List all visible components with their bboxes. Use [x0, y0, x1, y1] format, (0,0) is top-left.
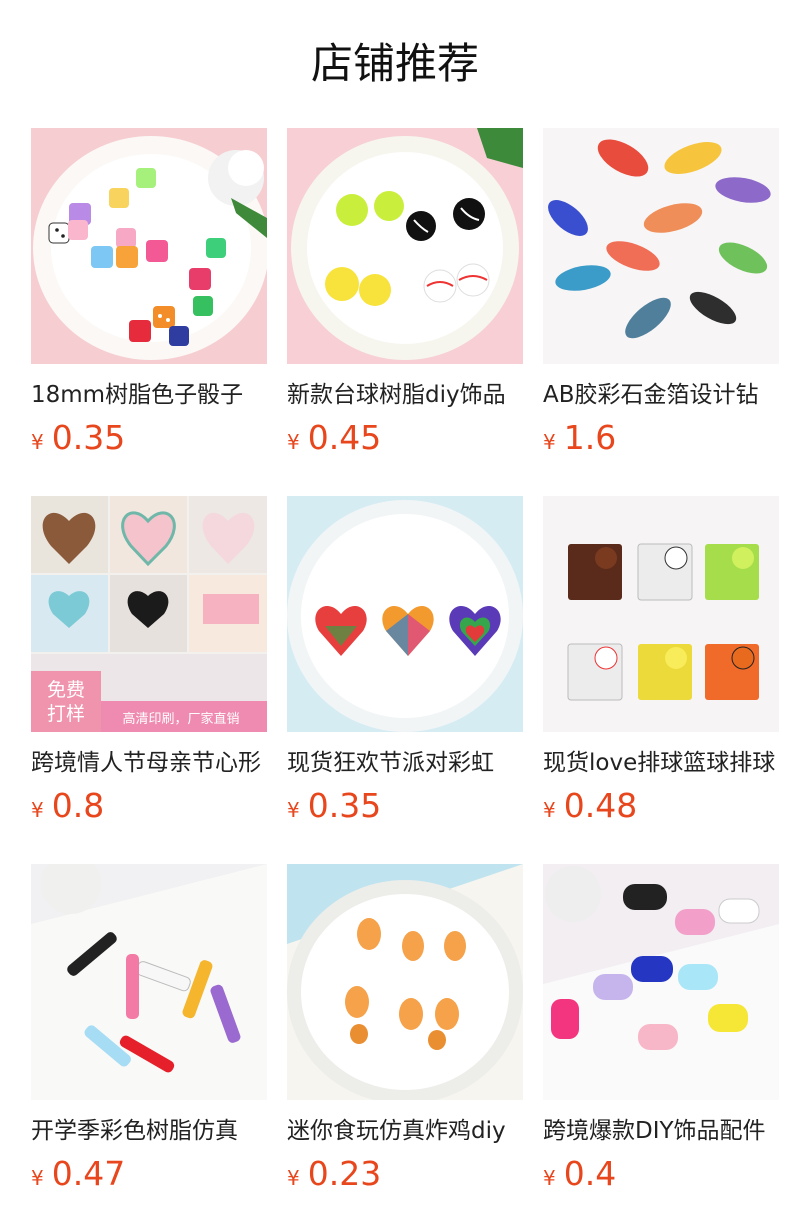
price-value: 0.48: [563, 786, 638, 825]
currency-symbol: ¥: [287, 430, 300, 454]
currency-symbol: ¥: [287, 798, 300, 822]
product-price: ¥1.6: [543, 416, 616, 460]
gamepad-charms-image: [543, 864, 779, 1100]
product-title[interactable]: 跨境爆款DIY饰品配件: [543, 1114, 779, 1148]
product-card[interactable]: 18mm树脂色子骰子 ¥0.35: [31, 128, 267, 458]
price-value: 0.35: [51, 418, 126, 457]
product-card[interactable]: 开学季彩色树脂仿真 ¥0.47: [31, 864, 267, 1194]
fried-chicken-charms-image: [287, 864, 523, 1100]
currency-symbol: ¥: [31, 430, 44, 454]
product-image[interactable]: [543, 496, 779, 732]
section-title: 店铺推荐: [310, 39, 479, 88]
heart-acrylic-collage-image: 免费 打样 高清印刷，厂家直销: [31, 496, 267, 732]
product-price: ¥0.48: [543, 784, 637, 828]
product-title[interactable]: 跨境情人节母亲节心形: [31, 746, 267, 780]
product-title[interactable]: AB胶彩石金箔设计钻: [543, 378, 779, 412]
currency-symbol: ¥: [543, 1166, 556, 1190]
product-title[interactable]: 迷你食玩仿真炸鸡diy: [287, 1114, 523, 1148]
product-title[interactable]: 现货love排球篮球排球: [543, 746, 779, 780]
price-value: 0.4: [563, 1154, 617, 1193]
product-title[interactable]: 现货狂欢节派对彩虹: [287, 746, 523, 780]
shop-recommendations-page: 店铺推荐 18mm树脂色子骰子 ¥ 0.35 新款台球树脂diy饰品 ¥ 0.4…: [0, 0, 790, 1232]
sports-ball-charms-image: [287, 128, 523, 364]
price-value: 0.8: [51, 786, 105, 825]
product-image[interactable]: 免费 打样 高清印刷，厂家直销: [31, 496, 267, 732]
product-price: ¥0.4: [543, 1152, 616, 1196]
price-value: 0.23: [307, 1154, 382, 1193]
currency-symbol: ¥: [31, 1166, 44, 1190]
dice-charms-image: [31, 128, 267, 364]
currency-symbol: ¥: [31, 798, 44, 822]
product-image[interactable]: [287, 864, 523, 1100]
badge-line-2: 打样: [47, 703, 85, 725]
product-card[interactable]: AB胶彩石金箔设计钻 ¥1.6: [543, 128, 779, 458]
product-image[interactable]: [287, 128, 523, 364]
product-title[interactable]: 开学季彩色树脂仿真: [31, 1114, 267, 1148]
product-price: ¥0.35: [31, 416, 125, 460]
currency-symbol: ¥: [543, 798, 556, 822]
product-card[interactable]: 免费 打样 高清印刷，厂家直销 跨境情人节母亲节心形 ¥0.8: [31, 496, 267, 826]
product-card[interactable]: 现货狂欢节派对彩虹 ¥0.35: [287, 496, 523, 826]
product-price: ¥0.47: [31, 1152, 125, 1196]
rainbow-heart-charms-image: [287, 496, 523, 732]
product-image[interactable]: [543, 128, 779, 364]
koi-fish-charms-image: [543, 128, 779, 364]
product-card[interactable]: 迷你食玩仿真炸鸡diy ¥0.23: [287, 864, 523, 1194]
product-image[interactable]: [543, 864, 779, 1100]
price-value: 1.6: [563, 418, 617, 457]
product-image[interactable]: [287, 496, 523, 732]
pencil-charms-image: [31, 864, 267, 1100]
product-card[interactable]: 现货love排球篮球排球 ¥0.48: [543, 496, 779, 826]
product-price: ¥0.8: [31, 784, 104, 828]
price-value: 0.35: [307, 786, 382, 825]
product-price: ¥0.45: [287, 416, 381, 460]
badge-line-1: 免费: [47, 679, 85, 701]
product-title[interactable]: 新款台球树脂diy饰品: [287, 378, 523, 412]
product-card[interactable]: 新款台球树脂diy饰品 ¥0.45: [287, 128, 523, 458]
badge-banner: 高清印刷，厂家直销: [122, 711, 239, 727]
love-sports-charms-image: [543, 496, 779, 732]
currency-symbol: ¥: [287, 1166, 300, 1190]
product-image[interactable]: [31, 128, 267, 364]
currency-symbol: ¥: [543, 430, 556, 454]
product-price: ¥0.35: [287, 784, 381, 828]
price-value: 0.45: [307, 418, 382, 457]
product-price: ¥0.23: [287, 1152, 381, 1196]
product-title[interactable]: 18mm树脂色子骰子: [31, 378, 267, 412]
product-card[interactable]: 跨境爆款DIY饰品配件 ¥0.4: [543, 864, 779, 1194]
product-image[interactable]: [31, 864, 267, 1100]
price-value: 0.47: [51, 1154, 126, 1193]
